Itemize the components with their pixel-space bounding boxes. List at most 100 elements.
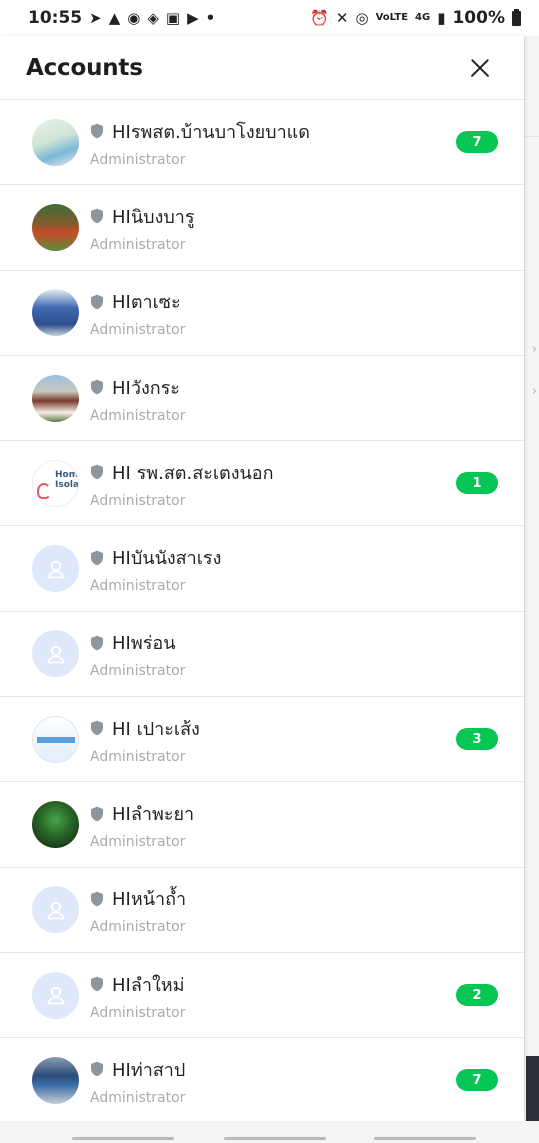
battery-icon xyxy=(512,8,521,26)
status-bar-right: ⏰ ✕ ◎ VoLTE 4G ▮ 100% xyxy=(310,8,521,28)
youtube-icon: ▶ xyxy=(187,8,199,27)
account-name: HIรพสต.บ้านบาโงยบาแด xyxy=(112,121,310,143)
unread-badge: 1 xyxy=(456,472,498,495)
person-icon xyxy=(47,987,64,1005)
navigation-bar xyxy=(0,1121,539,1143)
unread-badge: 7 xyxy=(456,1069,498,1092)
battery-percent: 100% xyxy=(452,8,505,28)
account-role: Administrator xyxy=(90,407,186,424)
status-bar: 10:55 ➤ ▲ ◉ ◈ ▣ ▶ • ⏰ ✕ ◎ VoLTE 4G ▮ 100… xyxy=(0,0,539,36)
default-avatar xyxy=(32,545,79,593)
avatar-text: Hom Isolati xyxy=(55,469,79,490)
account-name: HIลำใหม่ xyxy=(112,974,185,996)
panel-title: Accounts xyxy=(26,54,143,81)
avatar: Hom Isolati xyxy=(32,459,79,507)
nav-handle-right[interactable] xyxy=(374,1137,476,1140)
account-name-row: HIรพสต.บ้านบาโงยบาแด xyxy=(90,117,456,146)
account-text: HIท่าสาป Administrator xyxy=(90,1055,456,1106)
status-time: 10:55 xyxy=(28,8,83,28)
shield-icon xyxy=(90,379,104,395)
account-text: HIนิบงบารู Administrator xyxy=(90,202,498,253)
account-text: HIลำใหม่ Administrator xyxy=(90,970,456,1021)
network-type-icon: 4G xyxy=(415,12,431,23)
account-item[interactable]: HIวังกระ Administrator xyxy=(0,356,524,442)
account-text: HIพร่อน Administrator xyxy=(90,628,498,679)
account-text: HIวังกระ Administrator xyxy=(90,373,498,424)
avatar xyxy=(32,374,79,422)
account-role: Administrator xyxy=(90,748,186,765)
account-name: HIตาเซะ xyxy=(112,292,181,314)
account-name: HIลำพะยา xyxy=(112,804,195,826)
account-item[interactable]: Hom Isolati HI รพ.สต.สะเตงนอก Administrato… xyxy=(0,441,524,527)
account-name: HIหน้าถ้ำ xyxy=(112,889,187,911)
shield-icon xyxy=(90,550,104,566)
account-role: Administrator xyxy=(90,492,186,509)
telegram-icon: ➤ xyxy=(89,8,102,27)
background-dark-block xyxy=(526,1056,539,1128)
account-item[interactable]: HIบันนังสาเรง Administrator xyxy=(0,526,524,612)
account-item[interactable]: HIตาเซะ Administrator xyxy=(0,271,524,356)
account-item[interactable]: HI เปาะเส้ง Administrator 3 xyxy=(0,697,524,783)
avatar xyxy=(32,1056,79,1104)
account-name: HI รพ.สต.สะเตงนอก xyxy=(112,462,274,484)
location-icon: ◈ xyxy=(147,8,159,27)
account-name-row: HIลำใหม่ xyxy=(90,970,456,999)
default-avatar xyxy=(32,971,79,1019)
messenger-icon: ◉ xyxy=(127,8,141,27)
account-item[interactable]: HIลำพะยา Administrator xyxy=(0,782,524,868)
account-text: HI รพ.สต.สะเตงนอก Administrator xyxy=(90,458,456,509)
account-text: HI เปาะเส้ง Administrator xyxy=(90,714,456,765)
account-name-row: HI รพ.สต.สะเตงนอก xyxy=(90,458,456,487)
warning-icon: ▲ xyxy=(108,8,121,27)
account-name-row: HI เปาะเส้ง xyxy=(90,714,456,743)
nav-handle-left[interactable] xyxy=(72,1137,174,1140)
mute-icon: ✕ xyxy=(335,8,349,27)
account-name: HIพร่อน xyxy=(112,633,176,655)
shield-icon xyxy=(90,806,104,822)
chevron-right-icon: › xyxy=(531,342,537,357)
account-item[interactable]: HIรพสต.บ้านบาโงยบาแด Administrator 7 xyxy=(0,100,524,186)
account-text: HIตาเซะ Administrator xyxy=(90,287,498,338)
account-role: Administrator xyxy=(90,919,186,936)
account-name-row: HIพร่อน xyxy=(90,628,498,657)
account-role: Administrator xyxy=(90,1004,186,1021)
nav-handle-center[interactable] xyxy=(224,1137,326,1140)
account-name: HIบันนังสาเรง xyxy=(112,548,222,570)
accounts-panel: Accounts HIรพสต.บ้านบาโงยบาแด Administrat… xyxy=(0,36,524,1124)
account-item[interactable]: HIนิบงบารู Administrator xyxy=(0,185,524,271)
account-name-row: HIหน้าถ้ำ xyxy=(90,884,498,913)
account-item[interactable]: HIพร่อน Administrator xyxy=(0,612,524,698)
account-name-row: HIลำพะยา xyxy=(90,799,498,828)
account-item[interactable]: HIท่าสาป Administrator 7 xyxy=(0,1038,524,1124)
account-name-row: HIตาเซะ xyxy=(90,287,498,316)
account-name-row: HIนิบงบารู xyxy=(90,202,498,231)
account-name: HIท่าสาป xyxy=(112,1059,186,1081)
unread-badge: 3 xyxy=(456,728,498,751)
avatar-banner xyxy=(37,736,75,743)
chevron-right-icon: › xyxy=(531,384,537,399)
shield-icon xyxy=(90,1061,104,1077)
account-item[interactable]: HIลำใหม่ Administrator 2 xyxy=(0,953,524,1039)
account-name-row: HIบันนังสาเรง xyxy=(90,543,498,572)
account-item[interactable]: HIหน้าถ้ำ Administrator xyxy=(0,868,524,953)
avatar xyxy=(32,203,79,251)
teams-icon: ▣ xyxy=(165,8,181,27)
avatar xyxy=(32,801,79,849)
person-icon xyxy=(47,901,64,920)
account-name: HI เปาะเส้ง xyxy=(112,718,200,740)
shield-icon xyxy=(90,976,104,992)
more-notifications-icon: • xyxy=(205,8,216,27)
unread-badge: 7 xyxy=(456,131,498,154)
account-role: Administrator xyxy=(90,663,186,680)
close-button[interactable] xyxy=(466,54,494,82)
avatar xyxy=(32,715,79,763)
avatar xyxy=(32,289,79,337)
unread-badge: 2 xyxy=(456,984,498,1007)
default-avatar xyxy=(32,630,79,678)
account-name-row: HIท่าสาป xyxy=(90,1055,456,1084)
shield-icon xyxy=(90,891,104,907)
shield-icon xyxy=(90,123,104,139)
background-page-edge: › › xyxy=(524,36,539,1121)
shield-icon xyxy=(90,208,104,224)
account-name: HIนิบงบารู xyxy=(112,206,195,228)
